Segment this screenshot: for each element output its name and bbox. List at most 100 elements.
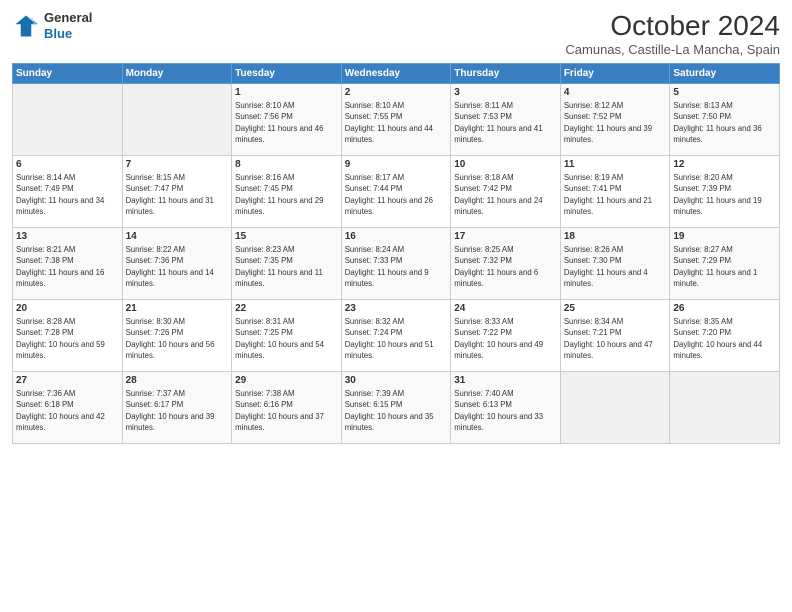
calendar-cell: 8Sunrise: 8:16 AMSunset: 7:45 PMDaylight… [232, 156, 342, 228]
day-info: Sunrise: 7:40 AMSunset: 6:13 PMDaylight:… [454, 388, 557, 433]
day-info: Sunrise: 8:13 AMSunset: 7:50 PMDaylight:… [673, 100, 776, 145]
day-number: 27 [16, 375, 119, 386]
day-number: 11 [564, 159, 667, 170]
day-info: Sunrise: 8:24 AMSunset: 7:33 PMDaylight:… [345, 244, 448, 289]
logo-icon [12, 12, 40, 40]
day-number: 6 [16, 159, 119, 170]
calendar-cell: 27 Sunrise: 7:36 AMSunset: 6:18 PMDayligh… [13, 372, 123, 444]
calendar-table: SundayMondayTuesdayWednesdayThursdayFrid… [12, 63, 780, 444]
day-info: Sunrise: 7:36 AMSunset: 6:18 PMDaylight:… [16, 388, 119, 433]
day-info: Sunrise: 8:20 AMSunset: 7:39 PMDaylight:… [673, 172, 776, 217]
day-info: Sunrise: 8:28 AMSunset: 7:28 PMDaylight:… [16, 316, 119, 361]
day-info: Sunrise: 8:21 AMSunset: 7:38 PMDaylight:… [16, 244, 119, 289]
day-info: Sunrise: 7:37 AMSunset: 6:17 PMDaylight:… [126, 388, 229, 433]
logo-general-text: General [44, 10, 92, 26]
day-number: 14 [126, 231, 229, 242]
calendar-header-friday: Friday [560, 64, 670, 84]
calendar-cell: 6 Sunrise: 8:14 AMSunset: 7:49 PMDaylight… [13, 156, 123, 228]
calendar-cell: 5 Sunrise: 8:13 AMSunset: 7:50 PMDaylight… [670, 84, 780, 156]
calendar-cell: 29Sunrise: 7:38 AMSunset: 6:16 PMDayligh… [232, 372, 342, 444]
calendar-cell: 10 Sunrise: 8:18 AMSunset: 7:42 PMDayligh… [451, 156, 561, 228]
calendar-cell: 21Sunrise: 8:30 AMSunset: 7:26 PMDayligh… [122, 300, 232, 372]
calendar-cell: 23 Sunrise: 8:32 AMSunset: 7:24 PMDayligh… [341, 300, 451, 372]
calendar-cell: 2 Sunrise: 8:10 AMSunset: 7:55 PMDaylight… [341, 84, 451, 156]
header: General Blue October 2024 Camunas, Casti… [12, 10, 780, 57]
calendar-cell: 24 Sunrise: 8:33 AMSunset: 7:22 PMDayligh… [451, 300, 561, 372]
day-number: 25 [564, 303, 667, 314]
calendar-header-saturday: Saturday [670, 64, 780, 84]
calendar-week-row: 20Sunrise: 8:28 AMSunset: 7:28 PMDayligh… [13, 300, 780, 372]
day-number: 9 [345, 159, 448, 170]
day-number: 7 [126, 159, 229, 170]
day-info: Sunrise: 8:15 AMSunset: 7:47 PMDaylight:… [126, 172, 229, 217]
calendar-cell: 20Sunrise: 8:28 AMSunset: 7:28 PMDayligh… [13, 300, 123, 372]
calendar-cell: 4 Sunrise: 8:12 AMSunset: 7:52 PMDaylight… [560, 84, 670, 156]
day-number: 23 [345, 303, 448, 314]
page-container: General Blue October 2024 Camunas, Casti… [0, 0, 792, 612]
calendar-cell: 19 Sunrise: 8:27 AMSunset: 7:29 PMDayligh… [670, 228, 780, 300]
day-info: Sunrise: 8:27 AMSunset: 7:29 PMDaylight:… [673, 244, 776, 289]
day-number: 29 [235, 375, 338, 386]
calendar-cell [13, 84, 123, 156]
day-number: 16 [345, 231, 448, 242]
month-title: October 2024 [565, 10, 780, 42]
day-number: 4 [564, 87, 667, 98]
day-info: Sunrise: 7:39 AMSunset: 6:15 PMDaylight:… [345, 388, 448, 433]
day-number: 13 [16, 231, 119, 242]
day-info: Sunrise: 8:33 AMSunset: 7:22 PMDaylight:… [454, 316, 557, 361]
logo-blue-text: Blue [44, 26, 92, 42]
calendar-week-row: 27 Sunrise: 7:36 AMSunset: 6:18 PMDayligh… [13, 372, 780, 444]
title-block: October 2024 Camunas, Castille-La Mancha… [565, 10, 780, 57]
logo-text: General Blue [44, 10, 92, 41]
calendar-cell: 22 Sunrise: 8:31 AMSunset: 7:25 PMDayligh… [232, 300, 342, 372]
day-info: Sunrise: 8:30 AMSunset: 7:26 PMDaylight:… [126, 316, 229, 361]
day-info: Sunrise: 8:22 AMSunset: 7:36 PMDaylight:… [126, 244, 229, 289]
day-number: 3 [454, 87, 557, 98]
day-info: Sunrise: 8:11 AMSunset: 7:53 PMDaylight:… [454, 100, 557, 145]
calendar-week-row: 13 Sunrise: 8:21 AMSunset: 7:38 PMDayligh… [13, 228, 780, 300]
calendar-cell: 17Sunrise: 8:25 AMSunset: 7:32 PMDayligh… [451, 228, 561, 300]
day-number: 24 [454, 303, 557, 314]
day-info: Sunrise: 8:17 AMSunset: 7:44 PMDaylight:… [345, 172, 448, 217]
day-number: 31 [454, 375, 557, 386]
day-info: Sunrise: 8:19 AMSunset: 7:41 PMDaylight:… [564, 172, 667, 217]
day-number: 1 [235, 87, 338, 98]
calendar-cell: 13 Sunrise: 8:21 AMSunset: 7:38 PMDayligh… [13, 228, 123, 300]
day-info: Sunrise: 8:31 AMSunset: 7:25 PMDaylight:… [235, 316, 338, 361]
day-number: 28 [126, 375, 229, 386]
calendar-cell: 9 Sunrise: 8:17 AMSunset: 7:44 PMDaylight… [341, 156, 451, 228]
day-number: 17 [454, 231, 557, 242]
calendar-cell: 16 Sunrise: 8:24 AMSunset: 7:33 PMDayligh… [341, 228, 451, 300]
calendar-cell: 14 Sunrise: 8:22 AMSunset: 7:36 PMDayligh… [122, 228, 232, 300]
day-number: 26 [673, 303, 776, 314]
calendar-cell: 30 Sunrise: 7:39 AMSunset: 6:15 PMDayligh… [341, 372, 451, 444]
day-number: 8 [235, 159, 338, 170]
calendar-cell: 28 Sunrise: 7:37 AMSunset: 6:17 PMDayligh… [122, 372, 232, 444]
day-info: Sunrise: 8:18 AMSunset: 7:42 PMDaylight:… [454, 172, 557, 217]
day-number: 2 [345, 87, 448, 98]
day-info: Sunrise: 8:12 AMSunset: 7:52 PMDaylight:… [564, 100, 667, 145]
day-number: 22 [235, 303, 338, 314]
day-info: Sunrise: 8:32 AMSunset: 7:24 PMDaylight:… [345, 316, 448, 361]
day-info: Sunrise: 8:26 AMSunset: 7:30 PMDaylight:… [564, 244, 667, 289]
calendar-header-thursday: Thursday [451, 64, 561, 84]
calendar-cell: 26Sunrise: 8:35 AMSunset: 7:20 PMDayligh… [670, 300, 780, 372]
calendar-header-row: SundayMondayTuesdayWednesdayThursdayFrid… [13, 64, 780, 84]
calendar-week-row: 1Sunrise: 8:10 AMSunset: 7:56 PMDaylight… [13, 84, 780, 156]
logo: General Blue [12, 10, 92, 41]
calendar-cell: 7 Sunrise: 8:15 AMSunset: 7:47 PMDaylight… [122, 156, 232, 228]
calendar-cell [560, 372, 670, 444]
calendar-cell: 1Sunrise: 8:10 AMSunset: 7:56 PMDaylight… [232, 84, 342, 156]
day-info: Sunrise: 8:10 AMSunset: 7:55 PMDaylight:… [345, 100, 448, 145]
day-info: Sunrise: 8:14 AMSunset: 7:49 PMDaylight:… [16, 172, 119, 217]
day-number: 30 [345, 375, 448, 386]
calendar-header-wednesday: Wednesday [341, 64, 451, 84]
day-number: 12 [673, 159, 776, 170]
day-number: 10 [454, 159, 557, 170]
day-info: Sunrise: 8:34 AMSunset: 7:21 PMDaylight:… [564, 316, 667, 361]
location: Camunas, Castille-La Mancha, Spain [565, 42, 780, 57]
day-number: 19 [673, 231, 776, 242]
day-number: 5 [673, 87, 776, 98]
calendar-week-row: 6 Sunrise: 8:14 AMSunset: 7:49 PMDaylight… [13, 156, 780, 228]
calendar-cell: 31 Sunrise: 7:40 AMSunset: 6:13 PMDayligh… [451, 372, 561, 444]
